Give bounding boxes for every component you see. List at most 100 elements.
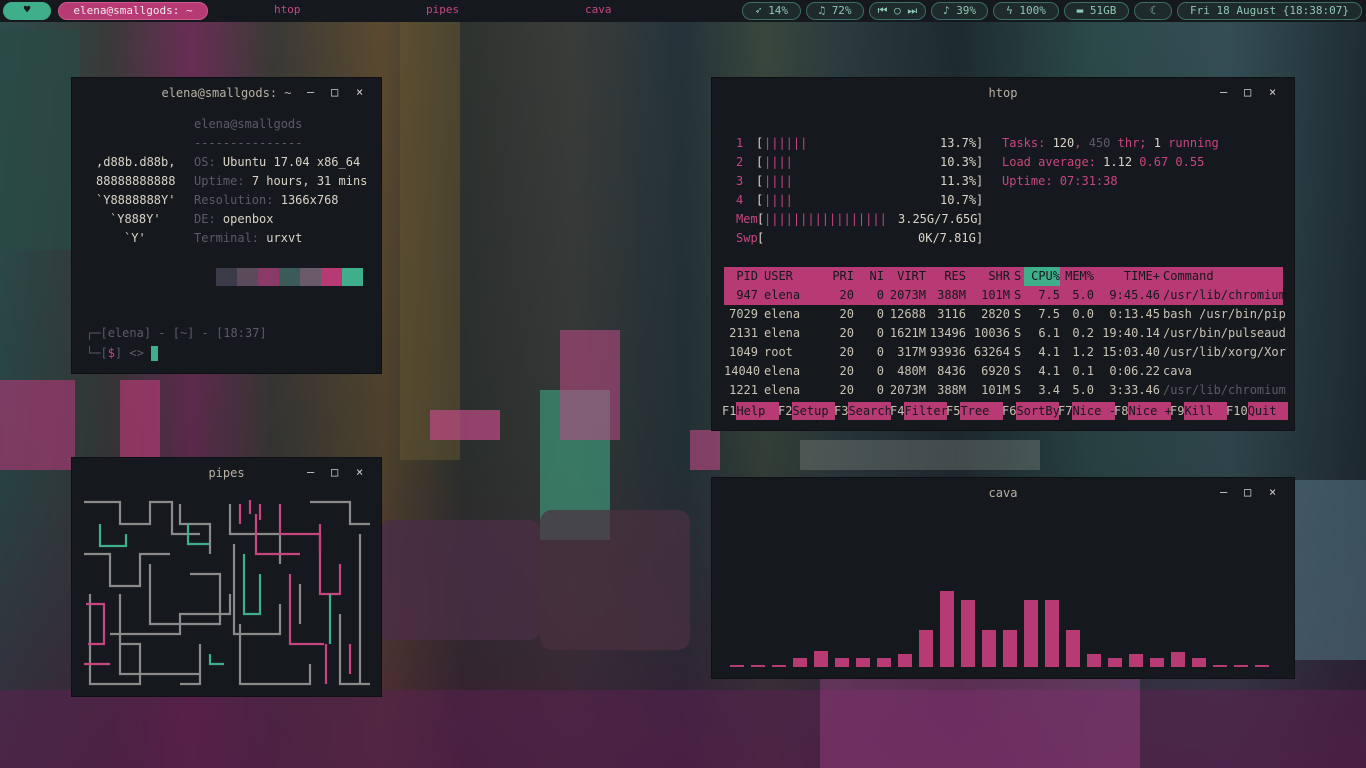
folder-icon: ▬ bbox=[1076, 4, 1084, 17]
heart-icon[interactable]: ♥ bbox=[3, 2, 51, 20]
visualizer-bar bbox=[835, 658, 849, 667]
column-header-virt[interactable]: VIRT bbox=[886, 267, 926, 286]
minimize-icon[interactable]: – bbox=[1220, 485, 1227, 499]
minimize-icon[interactable]: – bbox=[307, 85, 314, 99]
volume-status[interactable]: ♫ 72% bbox=[806, 2, 864, 20]
close-icon[interactable]: × bbox=[1269, 85, 1276, 99]
process-cell: 1.2 bbox=[1072, 345, 1094, 359]
process-row[interactable]: 2131 elena 20 0 1621M 13496 10036 S 6.1 0.2 19:40.… bbox=[724, 324, 1286, 343]
prompt-line-1: ┌─[elena] - [~] - [18:37] bbox=[86, 324, 267, 343]
fkey-help-button[interactable]: F1Help bbox=[722, 402, 780, 420]
process-cell: 5.0 bbox=[1072, 383, 1094, 397]
fkey-key: F6 bbox=[1002, 404, 1017, 418]
prompt-line-2[interactable]: └─[$] <> bbox=[86, 344, 159, 363]
heart-ascii-line: ,d88b.d88b, bbox=[96, 155, 176, 169]
pipes-window[interactable]: pipes – □ × bbox=[72, 458, 381, 696]
cpu-percent: 10.3% bbox=[940, 155, 977, 169]
column-header-command[interactable]: Command bbox=[1163, 267, 1283, 286]
fkey-nice-button[interactable]: F8Nice + bbox=[1114, 402, 1172, 420]
fkey-key: F2 bbox=[778, 404, 793, 418]
cpu-number: 3 bbox=[736, 174, 744, 188]
notification-status[interactable]: ♪ 39% bbox=[931, 2, 988, 20]
column-header-mem[interactable]: MEM% bbox=[1064, 267, 1094, 286]
process-row[interactable]: 7029 elena 20 0 12688 3116 2820 S 7.5 0.0 0:13.45 b… bbox=[724, 305, 1286, 324]
mem-meter: Mem[||||||||||||||||| 3.25G/7.65G] bbox=[736, 210, 986, 229]
terminal-window[interactable]: elena@smallgods: ~ – □ × elena@smallgods… bbox=[72, 78, 381, 373]
column-header-shr[interactable]: SHR bbox=[968, 267, 1010, 286]
prompt-bracket: └─[ bbox=[86, 346, 108, 360]
process-row[interactable]: 1221 elena 20 0 2073M 388M 101M S 3.4 5.0 3:33.46/… bbox=[724, 381, 1286, 400]
column-header-pid[interactable]: PID bbox=[724, 267, 758, 286]
cpu-status[interactable]: ➶ 14% bbox=[742, 2, 801, 20]
visualizer-bar bbox=[919, 630, 933, 667]
active-window-title[interactable]: elena@smallgods: ~ bbox=[58, 2, 208, 20]
uptime-info: Uptime: 07:31:38 bbox=[1002, 172, 1118, 191]
palette-swatch bbox=[258, 268, 279, 286]
fkey-key: F7 bbox=[1058, 404, 1073, 418]
media-controls[interactable]: ⏮ ○ ⏭ bbox=[869, 2, 926, 20]
maximize-icon[interactable]: □ bbox=[331, 85, 338, 99]
fkey-setup-button[interactable]: F2Setup bbox=[778, 402, 836, 420]
column-header-pri[interactable]: PRI bbox=[824, 267, 854, 286]
fkey-key: F9 bbox=[1170, 404, 1185, 418]
process-cell: elena bbox=[764, 364, 801, 378]
wallpaper-corner-sign bbox=[800, 440, 1040, 470]
close-icon[interactable]: × bbox=[356, 85, 363, 99]
process-cell: 3:33.46 bbox=[1109, 383, 1160, 397]
maximize-icon[interactable]: □ bbox=[331, 465, 338, 479]
fkey-kill-button[interactable]: F9Kill bbox=[1170, 402, 1228, 420]
workspace-pipes[interactable]: pipes bbox=[426, 3, 459, 16]
close-icon[interactable]: × bbox=[356, 465, 363, 479]
info-value: 7 hours, 31 mins bbox=[251, 174, 368, 188]
fkey-tree-button[interactable]: F5Tree bbox=[946, 402, 1004, 420]
prompt-symbol: $ bbox=[107, 346, 115, 360]
prompt-time: 18:37 bbox=[223, 326, 260, 340]
window-title: htop bbox=[988, 86, 1018, 100]
fkey-nice-button[interactable]: F7Nice - bbox=[1058, 402, 1116, 420]
process-cell: 20 bbox=[839, 326, 854, 340]
process-row[interactable]: 1049 root 20 0 317M 93936 63264 S 4.1 1.2 15:03.40… bbox=[724, 343, 1286, 362]
battery-status[interactable]: ϟ 100% bbox=[993, 2, 1059, 20]
meter-bracket: [ bbox=[756, 193, 764, 207]
column-header-res[interactable]: RES bbox=[928, 267, 966, 286]
process-cell: S bbox=[1014, 364, 1022, 378]
thread-count: 450 bbox=[1088, 136, 1118, 150]
disk-status[interactable]: ▬ 51GB bbox=[1064, 2, 1129, 20]
bell-icon: ♪ bbox=[942, 4, 950, 17]
fkey-label: Filter bbox=[904, 402, 948, 420]
info-key: Resolution: bbox=[194, 193, 274, 207]
cpu-bar: |||| bbox=[764, 155, 793, 169]
cpu-bar: |||||| bbox=[764, 136, 808, 150]
fkey-quit-button[interactable]: F10Quit bbox=[1226, 402, 1288, 420]
fkey-label: SortBy bbox=[1016, 402, 1060, 420]
column-header-s[interactable]: S bbox=[1014, 267, 1024, 286]
process-row[interactable]: 947 elena 20 0 2073M 388M 101M S 7.5 5.0 9:45.46/u… bbox=[724, 286, 1286, 305]
music-icon: ♫ bbox=[818, 4, 826, 17]
load-average: Load average: 1.12 0.67 0.55 bbox=[1002, 153, 1204, 172]
cava-window[interactable]: cava – □ × bbox=[712, 478, 1294, 678]
night-mode-toggle[interactable]: ☾ bbox=[1134, 2, 1172, 20]
column-header-user[interactable]: USER bbox=[764, 267, 824, 286]
minimize-icon[interactable]: – bbox=[1220, 85, 1227, 99]
fkey-sortby-button[interactable]: F6SortBy bbox=[1002, 402, 1060, 420]
column-header-cpu[interactable]: CPU% bbox=[1024, 267, 1060, 286]
process-cell: 0 bbox=[876, 288, 884, 302]
clock[interactable]: Fri 18 August {18:38:07} bbox=[1177, 2, 1362, 20]
minimize-icon[interactable]: – bbox=[307, 465, 314, 479]
window-title: cava bbox=[988, 486, 1018, 500]
cpu-meter: 2 [|||| 10.3%] bbox=[736, 153, 986, 172]
process-cell: 947 bbox=[736, 288, 758, 302]
fkey-key: F4 bbox=[890, 404, 905, 418]
maximize-icon[interactable]: □ bbox=[1244, 485, 1251, 499]
column-header-ni[interactable]: NI bbox=[858, 267, 884, 286]
process-row[interactable]: 14040 elena 20 0 480M 8436 6920 S 4.1 0.1 0:06.22 c… bbox=[724, 362, 1283, 381]
close-icon[interactable]: × bbox=[1269, 485, 1276, 499]
maximize-icon[interactable]: □ bbox=[1244, 85, 1251, 99]
fkey-filter-button[interactable]: F4Filter bbox=[890, 402, 948, 420]
workspace-htop[interactable]: htop bbox=[274, 3, 301, 16]
fkey-label: Setup bbox=[792, 402, 836, 420]
column-header-time[interactable]: TIME+ bbox=[1096, 267, 1160, 286]
workspace-cava[interactable]: cava bbox=[585, 3, 612, 16]
fkey-search-button[interactable]: F3Search bbox=[834, 402, 892, 420]
palette-swatch bbox=[279, 268, 300, 286]
